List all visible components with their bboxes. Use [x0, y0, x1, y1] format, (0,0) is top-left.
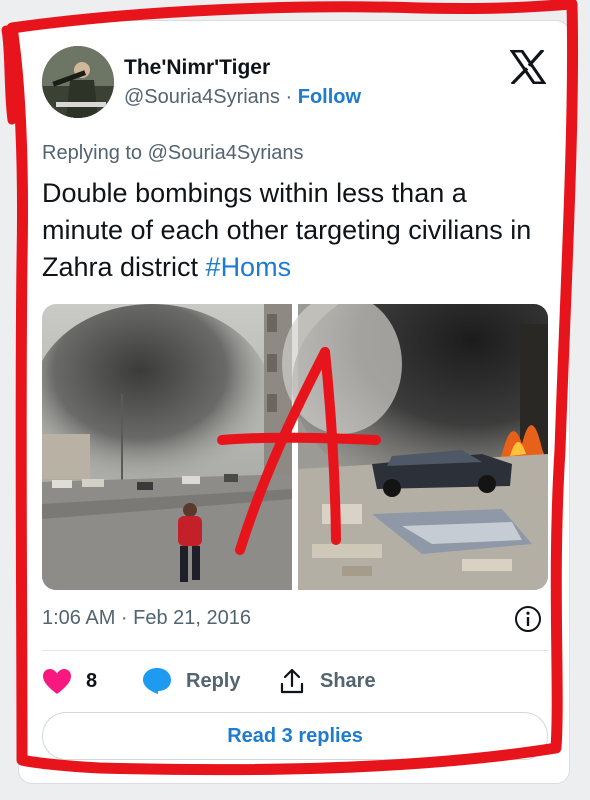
tweet-text: Double bombings within less than a minut…: [42, 175, 542, 286]
x-logo-icon[interactable]: [510, 50, 546, 84]
info-icon[interactable]: [514, 605, 542, 633]
reply-label: Reply: [186, 669, 241, 692]
divider: [42, 650, 548, 651]
author-handle[interactable]: @Souria4Syrians: [124, 86, 280, 108]
share-button[interactable]: Share: [278, 664, 376, 698]
tweet-timestamp[interactable]: 1:06 AM · Feb 21, 2016: [42, 607, 251, 630]
share-icon: [280, 668, 304, 694]
tweet-actions: 8 Reply Share: [42, 664, 548, 698]
separator-dot: ·: [285, 86, 293, 108]
tweet-media[interactable]: [42, 304, 548, 590]
author-display-name[interactable]: The'Nimr'Tiger: [124, 56, 270, 80]
heart-icon: [43, 668, 71, 694]
reply-bubble-icon: [143, 668, 171, 694]
media-photos: [42, 304, 548, 590]
photo-right: [282, 304, 548, 590]
like-count: 8: [86, 669, 98, 692]
follow-button[interactable]: Follow: [298, 86, 361, 108]
marker-stroke-extra: [1, 25, 17, 125]
hashtag-link[interactable]: #Homs: [206, 252, 292, 282]
reply-button[interactable]: Reply: [142, 664, 240, 698]
replying-to-text[interactable]: Replying to @Souria4Syrians: [42, 142, 304, 165]
avatar-image: [42, 46, 114, 118]
share-label: Share: [320, 669, 376, 692]
author-handle-row: @Souria4Syrians · Follow: [124, 86, 361, 109]
read-replies-button[interactable]: Read 3 replies: [42, 712, 548, 760]
like-button[interactable]: 8: [42, 664, 97, 698]
avatar[interactable]: [42, 46, 114, 118]
photo-left: [42, 304, 292, 590]
